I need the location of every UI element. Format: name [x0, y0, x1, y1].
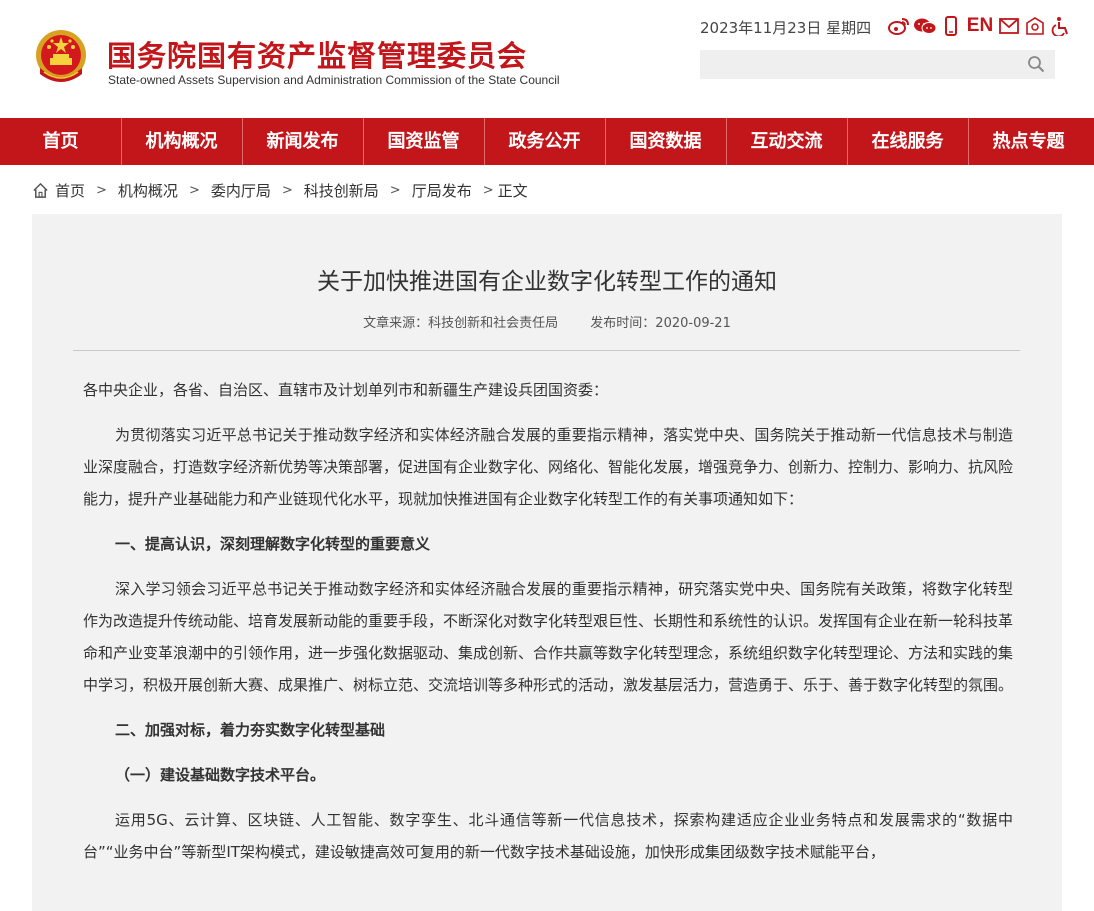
wechat-icon[interactable] [912, 14, 938, 38]
home-icon [33, 182, 48, 198]
nav-item-supervision[interactable]: 国资监管 [363, 118, 484, 165]
breadcrumb-separator: > [96, 182, 107, 198]
breadcrumb-separator: > [281, 182, 293, 198]
nav-item-home[interactable]: 首页 [0, 118, 121, 165]
english-version-link[interactable]: EN [964, 14, 996, 38]
article-body: 各中央企业，各省、自治区、直辖市及计划单列市和新疆生产建设兵团国资委： 为贯彻落… [83, 374, 1013, 881]
header-tools: EN [886, 14, 1074, 38]
article-title: 关于加快推进国有企业数字化转型工作的通知 [317, 269, 777, 295]
search-box [700, 50, 1055, 79]
accessibility-mode-icon[interactable] [1022, 14, 1048, 38]
breadcrumb-separator: > [389, 182, 401, 198]
nav-item-online-services[interactable]: 在线服务 [847, 118, 968, 165]
subsection-heading: （一）建设基础数字技术平台。 [115, 766, 326, 784]
search-input[interactable] [700, 50, 1030, 79]
nav-item-data[interactable]: 国资数据 [605, 118, 726, 165]
article-paragraph: 运用5G、云计算、区块链、人工智能、数字孪生、北斗通信等新一代信息技术，探索构建… [83, 811, 1013, 861]
nav-item-news[interactable]: 新闻发布 [242, 118, 363, 165]
site-subtitle: State-owned Assets Supervision and Admin… [108, 73, 560, 87]
article-paragraph: 深入学习领会习近平总书记关于推动数字经济和实体经济融合发展的重要指示精神，研究落… [83, 580, 1014, 694]
mail-icon[interactable] [996, 14, 1022, 38]
breadcrumb-organization[interactable]: 机构概况 [118, 180, 178, 201]
article-paragraph: 为贯彻落实习近平总书记关于推动数字经济和实体经济融合发展的重要指示精神，落实党中… [83, 426, 1014, 508]
nav-item-government-affairs[interactable]: 政务公开 [484, 118, 605, 165]
site-header: 国务院国有资产监督管理委员会 State-owned Assets Superv… [0, 0, 1094, 118]
weibo-icon[interactable] [886, 14, 912, 38]
search-icon[interactable] [1027, 55, 1045, 73]
mobile-icon[interactable] [938, 14, 964, 38]
site-title[interactable]: 国务院国有资产监督管理委员会 [107, 33, 527, 75]
nav-item-organization[interactable]: 机构概况 [121, 118, 242, 165]
nav-item-interaction[interactable]: 互动交流 [726, 118, 847, 165]
breadcrumb-departments[interactable]: 委内厅局 [211, 180, 271, 201]
breadcrumb: 首页 > 机构概况 > 委内厅局 > 科技创新局 > 厅局发布 > 正文 [32, 178, 528, 202]
section-heading: 二、加强对标，着力夯实数字化转型基础 [115, 721, 386, 739]
main-nav: 首页 机构概况 新闻发布 国资监管 政务公开 国资数据 互动交流 在线服务 热点… [0, 118, 1094, 165]
article-salutation: 各中央企业，各省、自治区、直辖市及计划单列市和新疆生产建设兵团国资委： [83, 381, 609, 399]
national-emblem-logo[interactable] [32, 28, 90, 88]
article-container: 关于加快推进国有企业数字化转型工作的通知 文章来源：科技创新和社会责任局 发布时… [32, 214, 1062, 911]
article-source: 文章来源：科技创新和社会责任局 [363, 316, 559, 331]
current-date: 2023年11月23日 星期四 [700, 19, 872, 37]
breadcrumb-separator: > [188, 182, 200, 198]
breadcrumb-separator: > [482, 182, 494, 198]
divider [73, 350, 1020, 351]
breadcrumb-current: 正文 [497, 181, 528, 200]
breadcrumb-tech-bureau[interactable]: 科技创新局 [304, 180, 379, 201]
article-meta: 文章来源：科技创新和社会责任局 发布时间：2020-09-21 [32, 312, 1062, 331]
article-publish-time: 发布时间：2020-09-21 [590, 316, 731, 331]
nav-item-hot-topics[interactable]: 热点专题 [968, 118, 1089, 165]
section-heading: 一、提高认识，深刻理解数字化转型的重要意义 [115, 535, 431, 553]
breadcrumb-bureau-releases[interactable]: 厅局发布 [412, 180, 472, 201]
breadcrumb-home[interactable]: 首页 [55, 180, 85, 201]
accessibility-icon[interactable] [1048, 14, 1074, 38]
